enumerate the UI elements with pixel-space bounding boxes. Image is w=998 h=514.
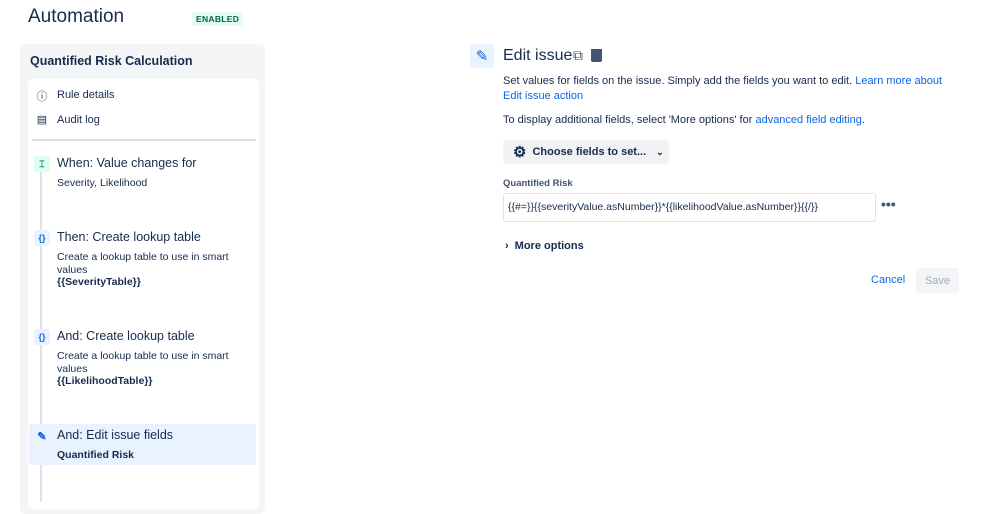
choose-fields-label: Choose fields to set... xyxy=(532,146,647,158)
more-options-toggle[interactable]: › More options xyxy=(505,240,584,252)
choose-fields-button[interactable]: ⚙ Choose fields to set... ⌄ xyxy=(503,140,669,164)
step-lookup-2-title[interactable]: And: Create lookup table xyxy=(57,329,195,343)
copy-icon[interactable]: ⧉ xyxy=(573,47,583,64)
lookup-table-icon: {} xyxy=(34,230,50,246)
more-icon[interactable]: ••• xyxy=(881,196,896,212)
pencil-icon: ✎ xyxy=(470,44,494,68)
nav-audit-log[interactable]: Audit log xyxy=(57,114,100,126)
step-trigger-title[interactable]: When: Value changes for xyxy=(57,156,196,170)
action-description: Set values for fields on the issue. Simp… xyxy=(503,75,943,102)
step-edit-title[interactable]: And: Edit issue fields xyxy=(57,428,173,442)
hint-text: To display additional fields, select 'Mo… xyxy=(503,114,865,126)
step-edit-field: Quantified Risk xyxy=(57,449,135,461)
step-lookup-2-desc: Create a lookup table to use in smart va… xyxy=(57,350,229,375)
trash-icon[interactable] xyxy=(591,49,602,62)
info-icon: ⓘ xyxy=(36,91,48,103)
save-button[interactable]: Save xyxy=(916,268,959,293)
step-trigger-desc: Severity, Likelihood xyxy=(57,177,148,189)
gear-icon: ⚙ xyxy=(513,144,527,161)
action-title: Edit issue xyxy=(503,47,573,64)
page-title: Automation xyxy=(28,6,125,27)
pencil-icon: ✎ xyxy=(34,428,50,444)
nav-rule-details[interactable]: Rule details xyxy=(57,89,114,101)
chevron-right-icon: › xyxy=(505,240,509,252)
more-options-label: More options xyxy=(514,240,584,252)
chevron-down-icon: ⌄ xyxy=(656,146,664,157)
step-lookup-1-desc: Create a lookup table to use in smart va… xyxy=(57,251,229,276)
status-badge: ENABLED xyxy=(192,12,244,26)
rule-name: Quantified Risk Calculation xyxy=(30,54,193,68)
step-lookup-1-title[interactable]: Then: Create lookup table xyxy=(57,230,201,244)
quantified-risk-input[interactable]: {{#=}}{{severityValue.asNumber}}*{{likel… xyxy=(503,193,876,222)
divider xyxy=(32,139,256,141)
field-label: Quantified Risk xyxy=(503,178,573,189)
advanced-field-editing-link[interactable]: advanced field editing xyxy=(755,114,861,126)
audit-log-icon: ▤ xyxy=(36,114,48,126)
step-lookup-1-var: {{SeverityTable}} xyxy=(57,276,141,288)
trigger-icon: ⌶ xyxy=(34,156,50,172)
step-lookup-2-var: {{LikelihoodTable}} xyxy=(57,375,153,387)
cancel-button[interactable]: Cancel xyxy=(871,274,905,286)
lookup-table-icon: {} xyxy=(34,329,50,345)
